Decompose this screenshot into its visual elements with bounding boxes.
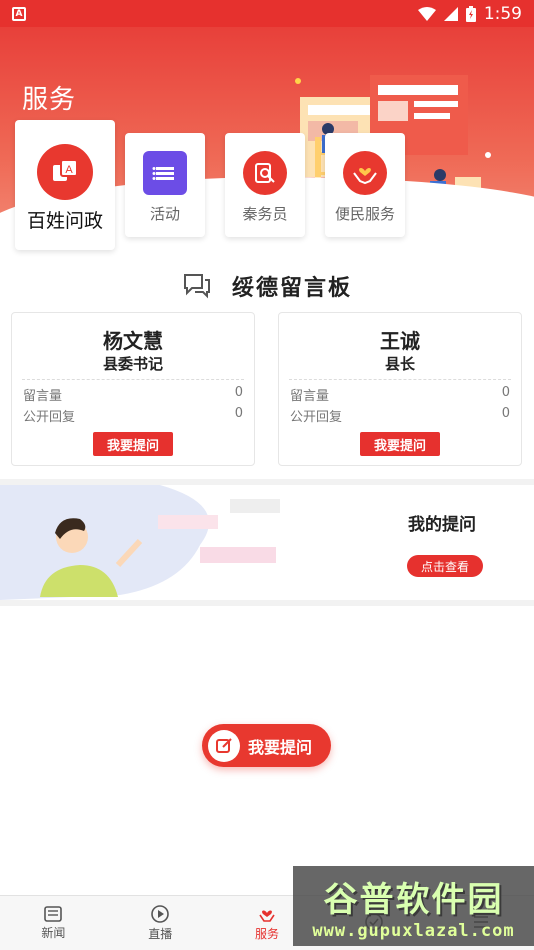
activity-icon [143, 151, 187, 195]
service-label: 便民服务 [334, 205, 395, 223]
play-icon [151, 904, 169, 923]
official-name: 王诚 [380, 329, 420, 353]
service-activity[interactable]: 活动 [125, 133, 205, 237]
replies-count: 0 [234, 406, 243, 421]
svg-text:A: A [65, 164, 73, 176]
messages-row: 留言量 0 [23, 385, 243, 404]
service-label: 百姓问政 [26, 210, 103, 232]
hands-heart-icon [343, 151, 387, 195]
edit-icon [208, 729, 240, 762]
messages-row: 留言量 0 [290, 385, 510, 404]
official-title: 县委书记 [102, 355, 163, 373]
messages-label: 留言量 [290, 389, 330, 404]
messages-count: 0 [234, 385, 243, 400]
divider [289, 379, 511, 380]
battery-icon [465, 5, 476, 22]
status-bar: A 1:59 [0, 0, 534, 27]
tab-label: 新闻 [41, 925, 66, 940]
replies-label: 公开回复 [290, 410, 343, 425]
service-baixing-wenzheng[interactable]: A 百姓问政 [15, 120, 115, 250]
official-name: 杨文慧 [103, 329, 163, 353]
section-divider [0, 600, 534, 606]
watermark-logo: 谷普软件园 [323, 879, 504, 920]
tab-label: 服务 [254, 926, 279, 941]
my-questions-title: 我的提问 [408, 515, 476, 535]
replies-label: 公开回复 [23, 410, 76, 425]
service-label: 秦务员 [242, 205, 288, 223]
official-card: 王诚 县长 留言量 0 公开回复 0 我要提问 [278, 312, 522, 466]
status-indicators: 1:59 [417, 3, 522, 24]
tab-label: 直播 [148, 926, 173, 941]
replies-row: 公开回复 0 [23, 406, 243, 425]
watermark: 谷普软件园 www.gupuxlazal.com [293, 866, 534, 946]
chat-bubbles-icon [183, 274, 210, 299]
board-header: 绥德留言板 [0, 268, 534, 304]
divider [22, 379, 244, 380]
replies-row: 公开回复 0 [290, 406, 510, 425]
view-my-questions-button[interactable]: 点击查看 [407, 555, 483, 577]
service-label: 活动 [149, 205, 180, 223]
my-questions-banner[interactable]: 我的提问 点击查看 [0, 485, 534, 600]
person-illustration [0, 485, 280, 600]
tab-news[interactable]: 新闻 [0, 896, 107, 950]
ask-question-fab[interactable]: 我要提问 [202, 724, 331, 767]
ask-question-button[interactable]: 我要提问 [93, 432, 173, 456]
wifi-icon [417, 6, 436, 21]
status-time: 1:59 [483, 3, 522, 24]
service-icon [259, 909, 275, 922]
official-card: 杨文慧 县委书记 留言量 0 公开回复 0 我要提问 [11, 312, 255, 466]
messages-count: 0 [501, 385, 510, 400]
page-title: 服务 [22, 85, 77, 115]
news-icon [44, 905, 63, 922]
app-notification-icon: A [12, 6, 26, 21]
replies-count: 0 [501, 406, 510, 421]
fab-label: 我要提问 [248, 737, 313, 757]
ask-question-button[interactable]: 我要提问 [360, 432, 440, 456]
messages-label: 留言量 [23, 389, 63, 404]
board-title: 绥德留言板 [231, 276, 352, 301]
official-title: 县长 [384, 355, 415, 373]
consult-icon: A [37, 144, 93, 200]
service-qinwuyuan[interactable]: 秦务员 [225, 133, 305, 237]
cell-signal-icon [443, 6, 458, 21]
service-convenience[interactable]: 便民服务 [325, 133, 405, 237]
watermark-url: www.gupuxlazal.com [312, 920, 515, 941]
tab-live[interactable]: 直播 [107, 896, 214, 950]
search-doc-icon [243, 151, 287, 195]
